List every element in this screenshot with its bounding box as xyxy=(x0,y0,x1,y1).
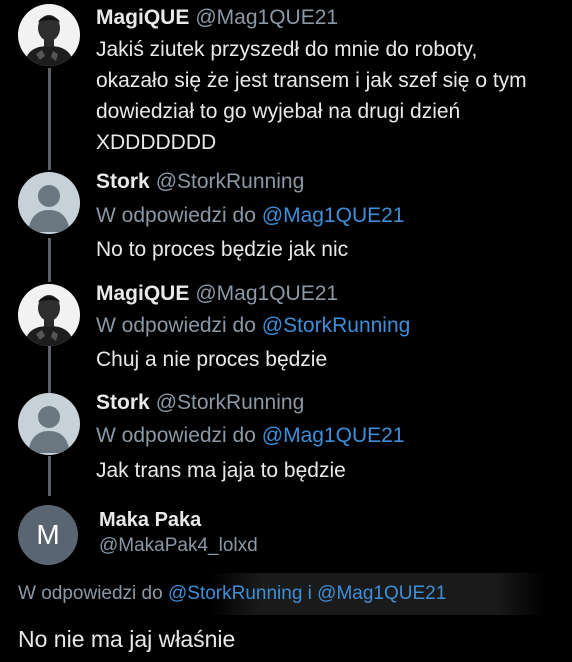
display-name[interactable]: MagiQUE xyxy=(96,282,189,305)
display-name[interactable]: MagiQUE xyxy=(96,6,189,29)
mention-link[interactable]: @Mag1QUE21 xyxy=(262,424,405,447)
tweet-text-line: dowiedział to go wyjebał na drugi dzień xyxy=(96,100,461,123)
tweet-header: Stork @StorkRunning xyxy=(96,170,304,194)
tweet-text: Jak trans ma jaja to będzie xyxy=(96,459,346,482)
reply-prefix: W odpowiedzi do xyxy=(18,583,163,604)
display-name[interactable]: Stork xyxy=(96,391,150,414)
tweet-header: Stork @StorkRunning xyxy=(96,391,304,415)
tweet-text: No nie ma jaj właśnie xyxy=(18,626,236,652)
avatar-letter: M xyxy=(36,519,60,550)
reply-context: W odpowiedzi do @StorkRunning xyxy=(96,314,410,338)
thread-line xyxy=(48,346,51,394)
user-handle[interactable]: @MakaPak4_lolxd xyxy=(99,535,258,557)
player-photo-avatar[interactable] xyxy=(18,4,80,66)
tweet-header: MagiQUE @Mag1QUE21 xyxy=(96,282,338,306)
tweet-text-line: XDDDDDDD xyxy=(96,131,217,154)
tweet-text-line: Jakiś ziutek przyszedł do mnie do roboty… xyxy=(96,38,478,61)
user-handle[interactable]: @StorkRunning xyxy=(156,391,305,414)
user-handle[interactable]: @Mag1QUE21 xyxy=(195,282,338,305)
letter-avatar[interactable]: M xyxy=(18,505,78,565)
tweet-text: Jakiś ziutek przyszedł do mnie do roboty… xyxy=(96,34,566,158)
tweet-text-line: okazało się że jest transem i jak szef s… xyxy=(96,69,527,92)
reply-context: W odpowiedzi do @Mag1QUE21 xyxy=(96,424,404,448)
user-handle[interactable]: @Mag1QUE21 xyxy=(195,6,338,29)
mention-link[interactable]: @StorkRunning xyxy=(262,314,411,337)
user-handle[interactable]: @StorkRunning xyxy=(156,170,305,193)
reply-prefix: W odpowiedzi do xyxy=(96,424,256,447)
default-user-avatar[interactable] xyxy=(18,393,80,455)
thread-line xyxy=(48,456,51,496)
reply-prefix: W odpowiedzi do xyxy=(96,204,256,227)
display-name[interactable]: Stork xyxy=(96,170,150,193)
reply-context: W odpowiedzi do @StorkRunning i @Mag1QUE… xyxy=(18,583,446,605)
mention-link[interactable]: @Mag1QUE21 xyxy=(262,204,405,227)
tweet-header: MagiQUE @Mag1QUE21 xyxy=(96,6,338,30)
default-user-avatar[interactable] xyxy=(18,172,80,234)
thread-line xyxy=(48,238,51,282)
mention-link[interactable]: @StorkRunning i @Mag1QUE21 xyxy=(168,583,446,604)
thread-line xyxy=(48,68,51,170)
tweet-text: Chuj a nie proces będzie xyxy=(96,348,328,371)
display-name[interactable]: Maka Paka xyxy=(99,509,201,532)
tweet-text: No to proces będzie jak nic xyxy=(96,238,349,261)
reply-context: W odpowiedzi do @Mag1QUE21 xyxy=(96,204,404,228)
player-photo-avatar[interactable] xyxy=(18,284,80,346)
reply-prefix: W odpowiedzi do xyxy=(96,314,256,337)
